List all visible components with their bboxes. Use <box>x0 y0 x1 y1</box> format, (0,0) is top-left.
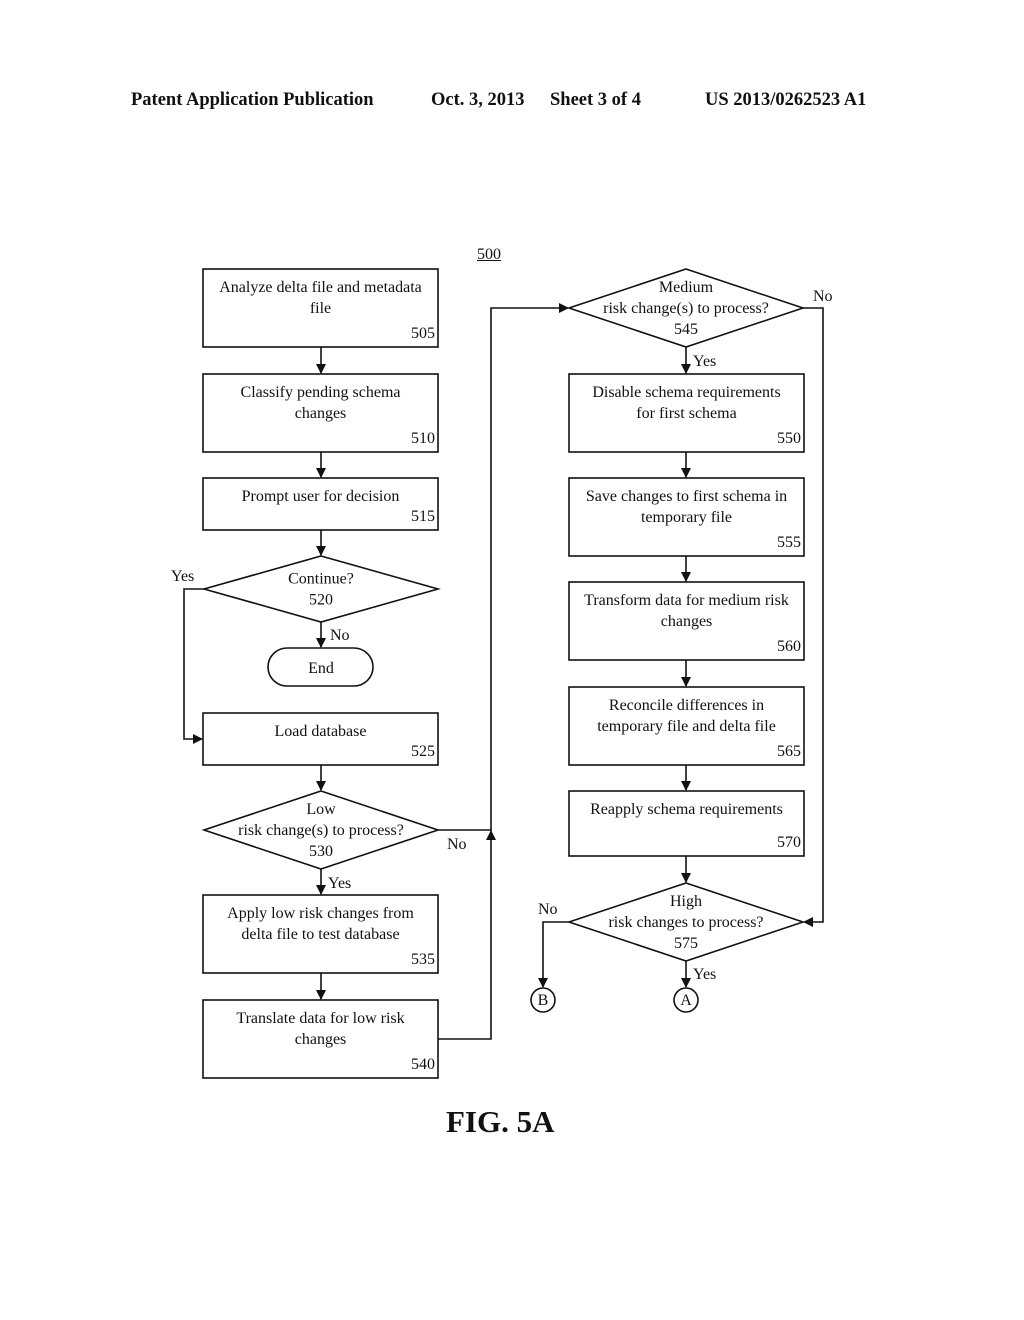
arrow-540-merge <box>438 830 496 1040</box>
decision-label-545: Medium <box>659 279 714 296</box>
step-label-535: delta file to test database <box>241 926 399 943</box>
edge-label-575-no: No <box>538 901 558 918</box>
step-number-550: 550 <box>777 430 801 447</box>
step-label-505: file <box>310 300 331 317</box>
step-number-565: 565 <box>777 743 801 760</box>
step-number-535: 535 <box>411 951 435 968</box>
decision-label-530: Low <box>306 801 336 818</box>
arrow-575-b <box>538 921 569 988</box>
edge-label-520-no: No <box>330 627 350 644</box>
arrow-to-545 <box>490 303 569 831</box>
decision-number-575: 575 <box>674 935 698 952</box>
arrow-545-no-575 <box>803 307 824 927</box>
step-label-570: Reapply schema requirements <box>590 801 783 818</box>
step-number-540: 540 <box>411 1056 435 1073</box>
step-number-525: 525 <box>411 743 435 760</box>
step-number-570: 570 <box>777 834 801 851</box>
step-label-525: Load database <box>275 723 367 740</box>
step-label-515: Prompt user for decision <box>242 488 400 505</box>
step-label-550: for first schema <box>636 405 736 422</box>
step-label-565: temporary file and delta file <box>597 718 776 735</box>
step-label-555: Save changes to first schema in <box>586 488 787 505</box>
step-label-510: changes <box>295 405 347 422</box>
step-label-540: Translate data for low risk <box>236 1010 404 1027</box>
connector-b-label: B <box>538 992 549 1009</box>
edge-label-545-yes: Yes <box>693 353 716 370</box>
step-number-555: 555 <box>777 534 801 551</box>
arrow-520-525 <box>183 588 204 744</box>
decision-number-530: 530 <box>309 843 333 860</box>
decision-label-575: High <box>670 893 702 910</box>
step-label-565: Reconcile differences in <box>609 697 764 714</box>
step-label-550: Disable schema requirements <box>592 384 780 401</box>
decision-number-545: 545 <box>674 321 698 338</box>
step-number-505: 505 <box>411 325 435 342</box>
decision-label-530: risk change(s) to process? <box>238 822 404 839</box>
edge-label-520-yes: Yes <box>171 568 194 585</box>
decision-label-520: Continue? <box>288 571 354 588</box>
connector-a-label: A <box>680 992 692 1009</box>
edge-label-575-yes: Yes <box>693 966 716 983</box>
step-label-560: Transform data for medium risk <box>584 592 789 609</box>
step-number-515: 515 <box>411 508 435 525</box>
step-label-505: Analyze delta file and metadata <box>219 279 422 296</box>
edge-label-530-no: No <box>447 836 467 853</box>
decision-diamond-520 <box>201 555 441 623</box>
edge-label-530-yes: Yes <box>328 875 351 892</box>
edge-label-545-no: No <box>813 288 833 305</box>
step-label-560: changes <box>661 613 713 630</box>
decision-label-575: risk changes to process? <box>608 914 763 931</box>
decision-label-545: risk change(s) to process? <box>603 300 769 317</box>
step-label-510: Classify pending schema <box>241 384 401 401</box>
end-label: End <box>308 660 334 677</box>
decision-number-520: 520 <box>309 592 333 609</box>
step-number-510: 510 <box>411 430 435 447</box>
step-label-540: changes <box>295 1031 347 1048</box>
step-label-555: temporary file <box>641 509 732 526</box>
step-number-560: 560 <box>777 638 801 655</box>
figure-caption: FIG. 5A <box>446 1104 555 1139</box>
step-label-535: Apply low risk changes from <box>227 905 414 922</box>
